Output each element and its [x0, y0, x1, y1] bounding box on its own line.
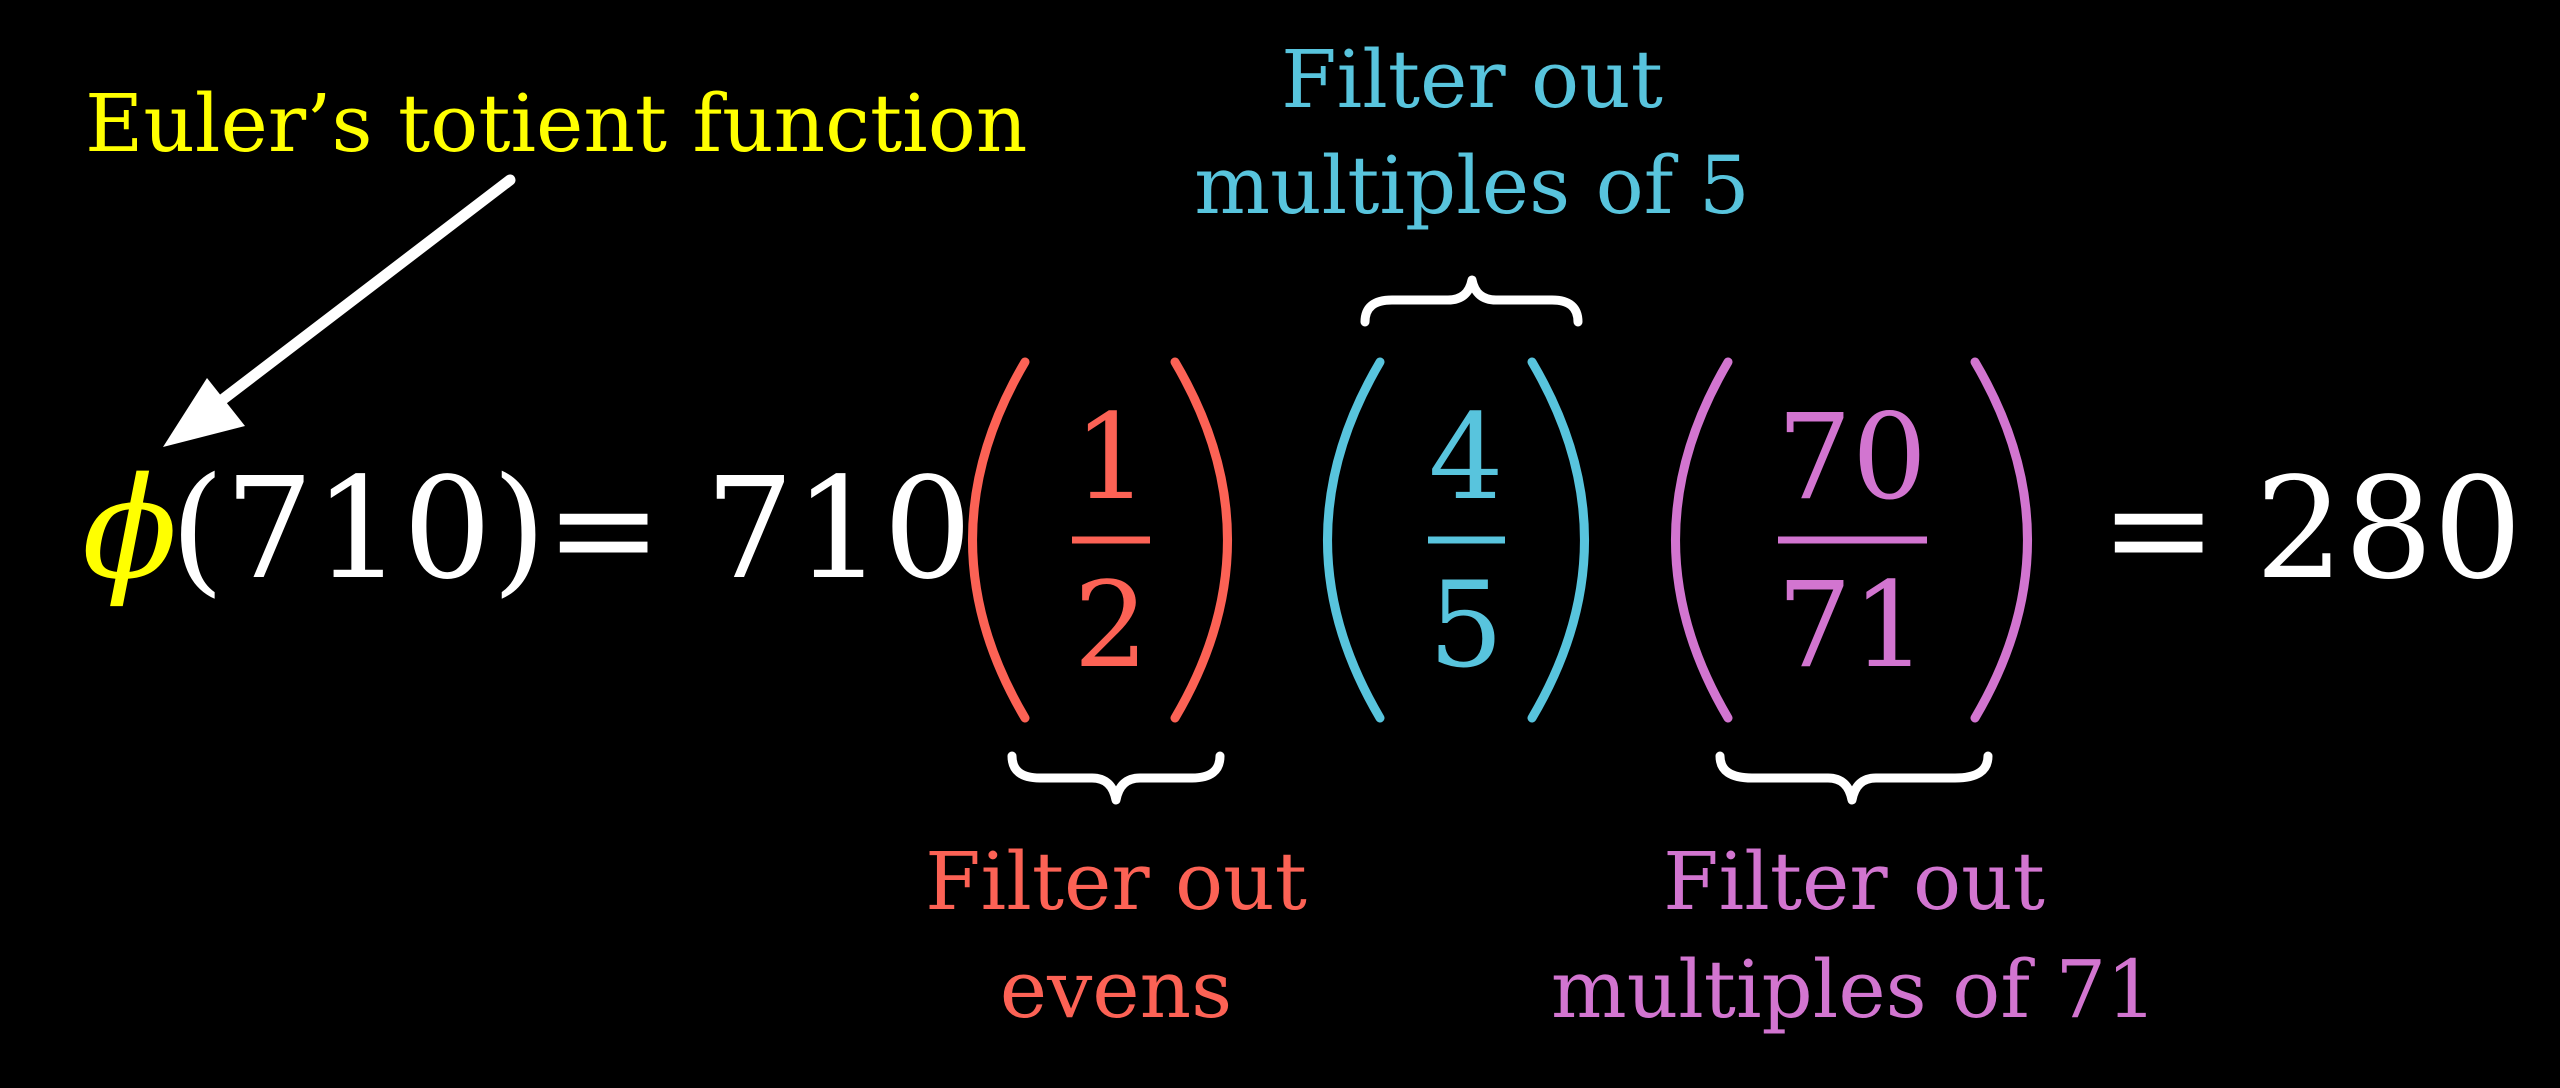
totient-label: Euler’s totient function — [85, 77, 1028, 170]
result: 280 — [2255, 448, 2523, 611]
phi-symbol: ϕ — [82, 448, 178, 611]
filter-evens-label-line1: Filter out — [925, 835, 1307, 928]
filter-evens-label-line2: evens — [999, 943, 1233, 1036]
filter-seventyone-label-line2: multiples of 71 — [1550, 943, 2158, 1036]
totient-diagram: Euler’s totient function Filter out mult… — [0, 0, 2560, 1088]
filter-five-label-line2: multiples of 5 — [1194, 139, 1750, 232]
filter-five-label-line1: Filter out — [1281, 33, 1663, 126]
fraction-half-numerator: 1 — [1073, 388, 1149, 526]
fraction-seventy-numerator: 70 — [1776, 388, 1928, 526]
fraction-seventy-denominator: 71 — [1776, 556, 1928, 694]
brace-icon — [1360, 275, 1583, 327]
lhs-argument: (710) — [170, 448, 547, 611]
fraction-half-denominator: 2 — [1073, 556, 1149, 694]
brace-icon — [1715, 751, 1993, 805]
fraction-four-fifths-numerator: 4 — [1428, 388, 1504, 526]
filter-seventyone-label-line1: Filter out — [1663, 835, 2045, 928]
equals-sign: = — [545, 448, 663, 611]
coefficient: 710 — [705, 448, 973, 611]
equals-sign: = — [2100, 448, 2218, 611]
fraction-four-fifths-denominator: 5 — [1428, 556, 1504, 694]
brace-icon — [1007, 751, 1225, 805]
arrow-icon — [163, 174, 516, 447]
